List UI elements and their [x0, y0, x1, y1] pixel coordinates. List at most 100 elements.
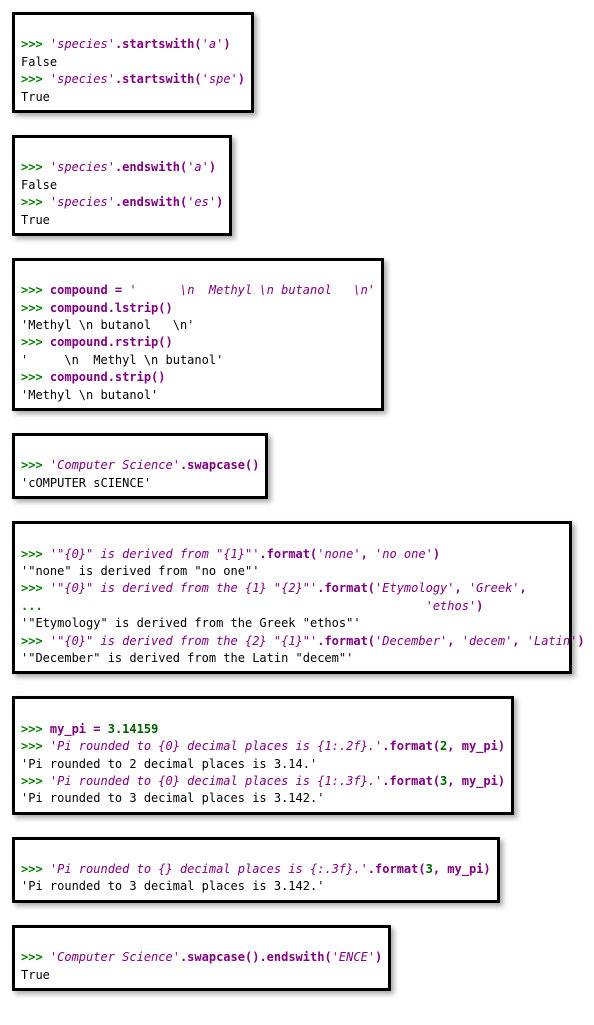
string-literal: 'Pi rounded to {0} decimal places is {1:…	[50, 774, 382, 788]
string-literal: '"{0}" is derived from the {2} "{1}"'	[50, 634, 317, 648]
method-call: .format(	[368, 862, 426, 876]
output: '"none" is derived from "no one"'	[21, 564, 259, 578]
continuation: ...	[21, 599, 50, 613]
method-call: .format(	[382, 774, 440, 788]
string-arg: 'ethos'	[426, 599, 477, 613]
method-call: .lstrip()	[108, 301, 173, 315]
paren-close: )	[498, 739, 505, 753]
prompt: >>>	[21, 160, 50, 174]
code-block-swapcase: >>> 'Computer Science'.swapcase() 'cOMPU…	[12, 433, 268, 499]
method-call: .rstrip()	[108, 335, 173, 349]
code-block-startswith: >>> 'species'.startswith('a') False >>> …	[12, 12, 254, 113]
code-block-format-num: >>> my_pi = 3.14159 >>> 'Pi rounded to {…	[12, 696, 514, 814]
string-literal: 'Computer Science'	[50, 950, 180, 964]
method-call: .endswith(	[259, 950, 331, 964]
paren-close: )	[577, 634, 584, 648]
string-arg: 'ENCE'	[332, 950, 375, 964]
comma: ,	[520, 581, 527, 595]
string-literal: 'Pi rounded to {} decimal places is {:.3…	[50, 862, 368, 876]
separator: ,	[512, 634, 526, 648]
separator: ,	[433, 862, 447, 876]
string-literal: 'species'	[50, 160, 115, 174]
method-call: .format(	[259, 547, 317, 561]
prompt: >>>	[21, 581, 50, 595]
output: 'cOMPUTER sCIENCE'	[21, 476, 151, 490]
string-literal: 'species'	[50, 72, 115, 86]
prompt: >>>	[21, 370, 50, 384]
output: 'Methyl \n butanol \n'	[21, 318, 194, 332]
output: '"Etymology" is derived from the Greek "…	[21, 616, 361, 630]
output: False	[21, 55, 57, 69]
code-block-endswith: >>> 'species'.endswith('a') False >>> 's…	[12, 135, 232, 236]
prompt: >>>	[21, 862, 50, 876]
identifier: compound	[50, 335, 108, 349]
paren-close: )	[209, 160, 216, 174]
prompt: >>>	[21, 634, 50, 648]
identifier: my_pi	[462, 774, 498, 788]
output: 'Methyl \n butanol'	[21, 388, 158, 402]
string-arg: 'a'	[187, 160, 209, 174]
output: 'Pi rounded to 3 decimal places is 3.142…	[21, 791, 324, 805]
assign-op: =	[86, 722, 108, 736]
prompt: >>>	[21, 283, 50, 297]
identifier: compound	[50, 301, 108, 315]
prompt: >>>	[21, 72, 50, 86]
method-call: .endswith(	[115, 160, 187, 174]
code-block-chained: >>> 'Computer Science'.swapcase().endswi…	[12, 925, 391, 991]
output: ' \n Methyl \n butanol'	[21, 353, 223, 367]
identifier: compound	[50, 370, 108, 384]
code-block-format-auto: >>> 'Pi rounded to {} decimal places is …	[12, 837, 500, 903]
paren-close: )	[483, 862, 490, 876]
identifier: compound	[50, 283, 108, 297]
paren-close: )	[238, 72, 245, 86]
paren-close: )	[375, 950, 382, 964]
method-call: .swapcase()	[180, 950, 259, 964]
string-arg: 'Greek'	[469, 581, 520, 595]
separator: ,	[361, 547, 375, 561]
paren-close: )	[433, 547, 440, 561]
prompt: >>>	[21, 547, 50, 561]
pad	[50, 599, 426, 613]
string-arg: 'Latin'	[527, 634, 578, 648]
method-call: .format(	[382, 739, 440, 753]
string-literal: ' \n Methyl \n butanol \n'	[129, 283, 375, 297]
separator: ,	[455, 581, 469, 595]
separator: ,	[447, 774, 461, 788]
paren-close: )	[476, 599, 483, 613]
string-arg: 'spe'	[202, 72, 238, 86]
method-call: .startswith(	[115, 72, 202, 86]
prompt: >>>	[21, 774, 50, 788]
method-call: .swapcase()	[180, 458, 259, 472]
code-block-strip: >>> compound = ' \n Methyl \n butanol \n…	[12, 258, 384, 411]
prompt: >>>	[21, 458, 50, 472]
prompt: >>>	[21, 195, 50, 209]
method-call: .endswith(	[115, 195, 187, 209]
separator: ,	[447, 739, 461, 753]
string-literal: '"{0}" is derived from "{1}"'	[50, 547, 260, 561]
identifier: my_pi	[50, 722, 86, 736]
number: 3.14159	[108, 722, 159, 736]
output: False	[21, 178, 57, 192]
prompt: >>>	[21, 739, 50, 753]
prompt: >>>	[21, 722, 50, 736]
output: True	[21, 968, 50, 982]
paren-close: )	[216, 195, 223, 209]
assign-op: =	[108, 283, 130, 297]
paren-close: )	[223, 37, 230, 51]
prompt: >>>	[21, 37, 50, 51]
string-arg: 'no one'	[375, 547, 433, 561]
method-call: .strip()	[108, 370, 166, 384]
string-literal: 'Computer Science'	[50, 458, 180, 472]
output: True	[21, 90, 50, 104]
prompt: >>>	[21, 301, 50, 315]
paren-close: )	[498, 774, 505, 788]
string-arg: 'a'	[202, 37, 224, 51]
output: 'Pi rounded to 3 decimal places is 3.142…	[21, 879, 324, 893]
method-call: .format(	[317, 634, 375, 648]
number: 3	[426, 862, 433, 876]
output: '"December" is derived from the Latin "d…	[21, 651, 353, 665]
string-arg: 'decem'	[462, 634, 513, 648]
string-literal: 'species'	[50, 195, 115, 209]
separator: ,	[447, 634, 461, 648]
string-literal: '"{0}" is derived from the {1} "{2}"'	[50, 581, 317, 595]
